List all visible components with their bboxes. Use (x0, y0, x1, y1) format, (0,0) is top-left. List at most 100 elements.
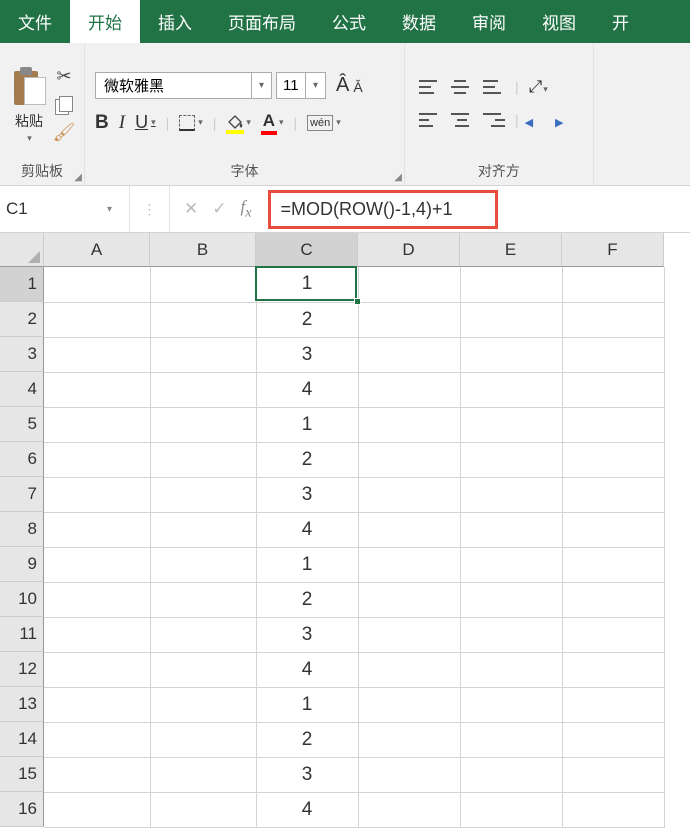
cell[interactable] (460, 652, 562, 687)
copy-button[interactable] (54, 95, 74, 115)
cell[interactable] (562, 652, 664, 687)
cell[interactable] (44, 477, 150, 512)
cell[interactable] (358, 757, 460, 792)
cell[interactable] (562, 442, 664, 477)
cell[interactable] (562, 617, 664, 652)
cell[interactable] (562, 302, 664, 337)
column-header[interactable]: C (256, 233, 358, 267)
align-bottom-button[interactable] (483, 78, 505, 96)
cell[interactable] (562, 687, 664, 722)
cell[interactable] (150, 407, 256, 442)
cell[interactable] (150, 337, 256, 372)
row-header[interactable]: 4 (0, 372, 44, 407)
name-box[interactable] (6, 199, 101, 219)
paste-button[interactable]: 粘贴 ▾ (10, 63, 48, 144)
cell[interactable] (562, 512, 664, 547)
cell[interactable] (358, 302, 460, 337)
tab-page-layout[interactable]: 页面布局 (210, 0, 314, 43)
cell[interactable] (150, 652, 256, 687)
cell[interactable] (562, 337, 664, 372)
align-middle-button[interactable] (451, 78, 473, 96)
cell[interactable] (44, 582, 150, 617)
cell[interactable]: 3 (256, 757, 358, 792)
cell[interactable] (150, 757, 256, 792)
font-color-button[interactable]: A ▾ (261, 111, 284, 135)
cell[interactable] (562, 267, 664, 302)
align-right-button[interactable] (483, 111, 505, 129)
cell[interactable] (460, 302, 562, 337)
cell[interactable] (460, 407, 562, 442)
cell[interactable] (150, 582, 256, 617)
align-center-button[interactable] (451, 111, 473, 129)
cell[interactable] (460, 512, 562, 547)
font-name-combo[interactable]: ▾ (95, 72, 272, 99)
column-header[interactable]: B (150, 233, 256, 267)
cell[interactable]: 1 (256, 687, 358, 722)
row-header[interactable]: 13 (0, 687, 44, 722)
cell[interactable] (150, 722, 256, 757)
cell[interactable] (44, 442, 150, 477)
row-header[interactable]: 14 (0, 722, 44, 757)
phonetic-button[interactable]: wén▾ (307, 115, 341, 131)
cell[interactable]: 2 (256, 442, 358, 477)
cell[interactable] (460, 617, 562, 652)
cell[interactable] (44, 512, 150, 547)
cell[interactable]: 4 (256, 512, 358, 547)
font-name-input[interactable] (96, 73, 251, 98)
row-header[interactable]: 2 (0, 302, 44, 337)
cell[interactable]: 3 (256, 337, 358, 372)
cell[interactable]: 2 (256, 722, 358, 757)
fill-color-button[interactable]: ▾ (226, 114, 251, 132)
cell[interactable] (44, 687, 150, 722)
cell[interactable] (358, 617, 460, 652)
cell[interactable]: 1 (256, 267, 358, 302)
cell[interactable] (44, 337, 150, 372)
cell[interactable] (460, 722, 562, 757)
chevron-down-icon[interactable]: ▾ (305, 73, 325, 98)
cell[interactable]: 4 (256, 652, 358, 687)
cell[interactable] (358, 687, 460, 722)
cell[interactable] (358, 792, 460, 827)
cell[interactable] (358, 267, 460, 302)
cell[interactable] (150, 372, 256, 407)
chevron-down-icon[interactable]: ▾ (251, 73, 271, 98)
underline-button[interactable]: U▾ (135, 112, 156, 133)
row-header[interactable]: 7 (0, 477, 44, 512)
column-header[interactable]: E (460, 233, 562, 267)
cell[interactable] (44, 652, 150, 687)
orientation-button[interactable]: ⤢▾ (529, 77, 548, 97)
column-header[interactable]: A (44, 233, 150, 267)
align-left-button[interactable] (419, 111, 441, 129)
tab-file[interactable]: 文件 (0, 0, 70, 43)
tab-formulas[interactable]: 公式 (314, 0, 384, 43)
cell[interactable] (44, 407, 150, 442)
decrease-indent-button[interactable]: ◀ (529, 111, 549, 129)
cell[interactable] (44, 547, 150, 582)
insert-function-button[interactable]: fx (241, 197, 252, 221)
row-header[interactable]: 16 (0, 792, 44, 827)
cell[interactable] (460, 337, 562, 372)
column-header[interactable]: F (562, 233, 664, 267)
enter-formula-button[interactable]: ✓ (212, 199, 226, 219)
formula-input[interactable]: =MOD(ROW()-1,4)+1 (268, 190, 498, 229)
align-top-button[interactable] (419, 78, 441, 96)
cell[interactable] (358, 582, 460, 617)
cell[interactable] (44, 302, 150, 337)
cell[interactable] (562, 477, 664, 512)
cell[interactable] (44, 617, 150, 652)
clipboard-dialog-launcher[interactable]: ◢ (74, 172, 82, 183)
border-button[interactable]: ▾ (179, 115, 203, 131)
cell[interactable] (44, 372, 150, 407)
cell[interactable] (562, 372, 664, 407)
cell[interactable] (460, 582, 562, 617)
format-painter-button[interactable]: 🖌 (54, 123, 74, 143)
tab-data[interactable]: 数据 (384, 0, 454, 43)
cell[interactable]: 2 (256, 582, 358, 617)
cell[interactable] (44, 267, 150, 302)
column-header[interactable]: D (358, 233, 460, 267)
cell[interactable] (460, 372, 562, 407)
font-dialog-launcher[interactable]: ◢ (394, 172, 402, 183)
cell[interactable]: 1 (256, 407, 358, 442)
cell[interactable] (460, 267, 562, 302)
cell[interactable] (358, 407, 460, 442)
